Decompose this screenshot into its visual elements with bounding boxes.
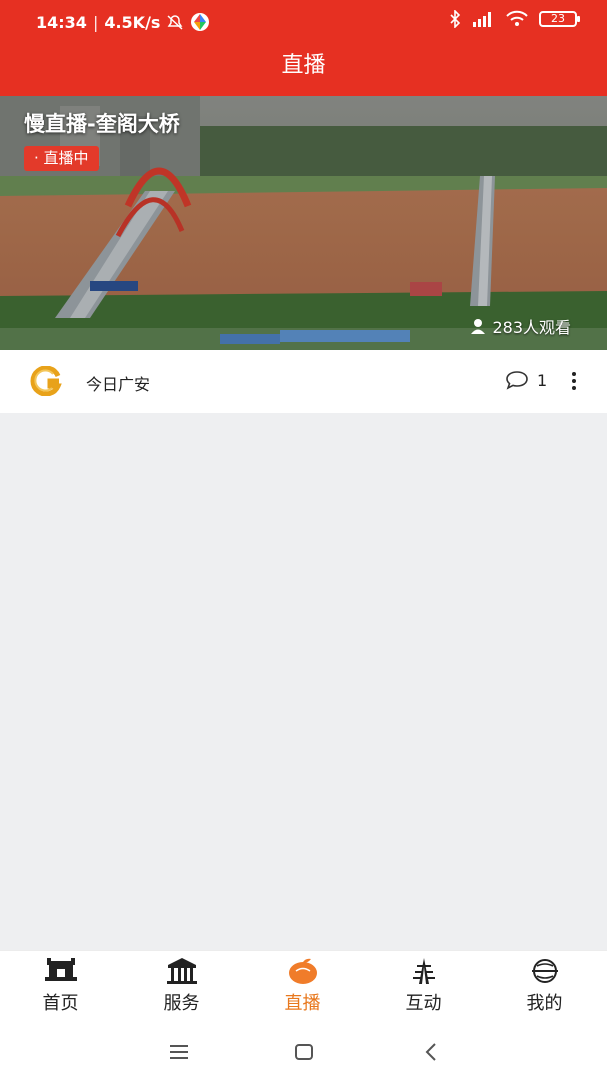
- home-icon: [45, 958, 77, 981]
- signal-icon: [473, 12, 491, 27]
- tab-service[interactable]: 服务: [121, 951, 242, 1025]
- live-title: 慢直播-奎阁大桥: [24, 112, 180, 136]
- status-left: 14:34 | 4.5K/s: [36, 12, 210, 32]
- more-options-icon[interactable]: [562, 368, 586, 394]
- system-nav-bar: [0, 1024, 607, 1080]
- comment-button[interactable]: 1: [505, 370, 547, 390]
- menu-icon[interactable]: [167, 1040, 191, 1064]
- live-status-badge: · 直播中: [24, 146, 99, 171]
- live-meta-row: 今日广安 1: [0, 350, 607, 413]
- profile-icon: [532, 959, 558, 983]
- tab-live[interactable]: 直播: [242, 951, 363, 1025]
- interact-icon: [413, 958, 435, 984]
- app-header: 14:34 | 4.5K/s 23 直播: [0, 0, 607, 96]
- live-card[interactable]: 慢直播-奎阁大桥 · 直播中 283人观看: [0, 96, 607, 350]
- bluetooth-icon: [450, 10, 461, 28]
- viewer-count-text: 283人观看: [492, 318, 571, 337]
- source-logo-icon: [30, 366, 62, 396]
- mute-icon: [167, 15, 183, 30]
- tab-label-interact: 互动: [405, 993, 442, 1014]
- app-icon: [191, 13, 210, 31]
- battery-icon: 23: [539, 11, 580, 27]
- home-button-icon[interactable]: [292, 1040, 316, 1064]
- status-time: 14:34: [36, 12, 87, 32]
- comment-count: 1: [537, 370, 548, 390]
- comment-icon: [506, 371, 528, 390]
- page-title: 直播: [281, 53, 326, 78]
- tab-interact[interactable]: 互动: [363, 951, 484, 1025]
- source-name[interactable]: 今日广安: [86, 371, 150, 395]
- tab-home[interactable]: 首页: [0, 951, 121, 1025]
- live-icon: [289, 958, 317, 984]
- wifi-icon: [506, 10, 528, 26]
- user-icon: [471, 319, 486, 334]
- status-right: 23: [449, 10, 580, 28]
- tab-label-home: 首页: [42, 993, 79, 1014]
- status-separator: |: [92, 12, 99, 32]
- tab-label-live: 直播: [284, 993, 321, 1014]
- tab-label-profile: 我的: [526, 993, 563, 1014]
- status-bar: 14:34 | 4.5K/s 23: [0, 0, 607, 44]
- service-icon: [167, 958, 197, 984]
- bottom-tab-bar: 首页 服务 直播 互动 我的: [0, 950, 607, 1024]
- viewer-count: 283人观看: [470, 314, 571, 338]
- network-speed: 4.5K/s: [104, 12, 161, 32]
- back-icon[interactable]: [420, 1040, 444, 1064]
- tab-profile[interactable]: 我的: [484, 951, 605, 1025]
- tab-label-service: 服务: [163, 993, 200, 1014]
